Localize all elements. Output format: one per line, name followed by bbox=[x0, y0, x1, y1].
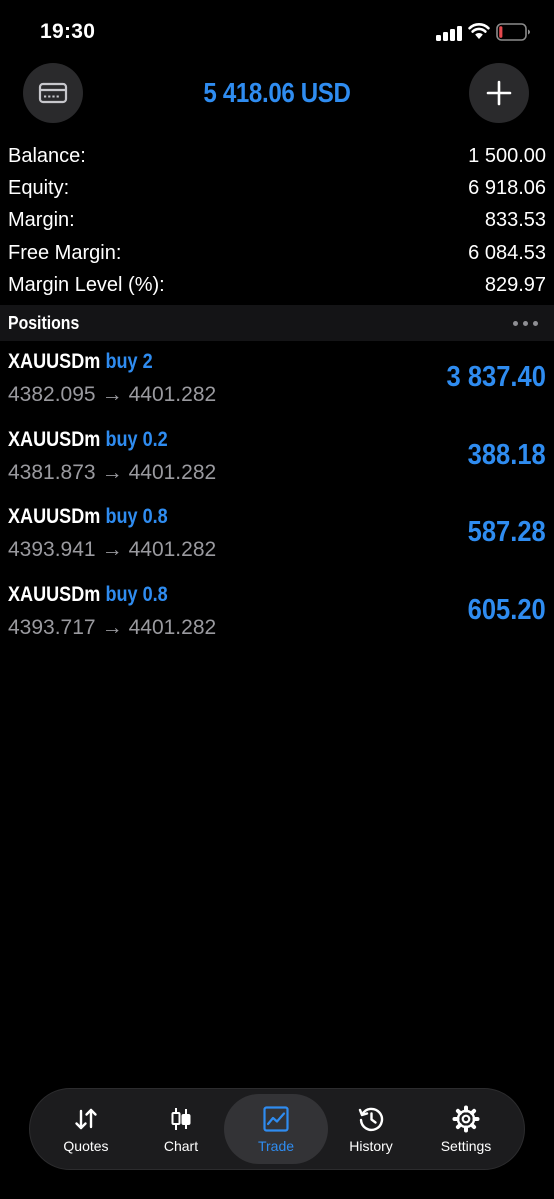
more-options-icon[interactable] bbox=[513, 321, 538, 326]
tab-chart[interactable]: Chart bbox=[129, 1094, 233, 1164]
account-summary: Balance: 1 500.00 Equity: 6 918.06 Margi… bbox=[0, 141, 554, 302]
tab-quotes[interactable]: Quotes bbox=[34, 1094, 138, 1164]
tab-label: Trade bbox=[257, 1138, 295, 1154]
arrow-right-icon: → bbox=[101, 538, 123, 562]
summary-label: Balance: bbox=[8, 145, 86, 167]
tab-label: Settings bbox=[440, 1138, 492, 1154]
position-profit: 3 837.40 bbox=[446, 361, 546, 393]
summary-row-equity: Equity: 6 918.06 bbox=[0, 173, 554, 205]
status-bar: 19:30 bbox=[0, 0, 554, 66]
position-open-price: 4393.941 bbox=[8, 538, 96, 562]
positions-title: Positions bbox=[8, 313, 80, 333]
summary-row-balance: Balance: 1 500.00 bbox=[0, 141, 554, 173]
summary-value: 829.97 bbox=[484, 273, 546, 296]
tab-label: History bbox=[349, 1138, 393, 1154]
position-symbol: XAUUSDm bbox=[8, 583, 101, 607]
tab-settings[interactable]: Settings bbox=[414, 1094, 518, 1164]
tab-label: Quotes bbox=[63, 1138, 109, 1154]
arrow-right-icon: → bbox=[101, 383, 123, 406]
arrow-right-icon: → bbox=[101, 460, 123, 484]
position-symbol: XAUUSDm bbox=[8, 505, 101, 529]
account-header: 5 418.06 USD bbox=[0, 63, 554, 125]
position-profit: 388.18 bbox=[467, 438, 546, 471]
position-current-price: 4401.282 bbox=[128, 616, 217, 640]
summary-value: 1 500.00 bbox=[468, 145, 546, 167]
settings-icon bbox=[452, 1105, 480, 1133]
summary-row-margin-level: Margin Level (%): 829.97 bbox=[0, 270, 554, 302]
positions-list: XAUUSDm buy 2 4382.095 → 4401.282 3 837.40 … bbox=[0, 341, 554, 652]
chart-icon bbox=[171, 1108, 191, 1130]
position-profit: 587.28 bbox=[467, 516, 546, 549]
position-open-price: 4393.717 bbox=[8, 616, 96, 640]
bottom-tab-bar: Quotes Chart Trade History Settings bbox=[29, 1088, 525, 1170]
summary-value: 6 084.53 bbox=[468, 241, 546, 264]
plus-icon bbox=[486, 80, 512, 106]
position-symbol: XAUUSDm bbox=[8, 350, 101, 373]
summary-label: Equity: bbox=[8, 177, 70, 200]
position-side-volume: buy 2 bbox=[105, 350, 153, 373]
summary-value: 6 918.06 bbox=[468, 177, 546, 200]
arrow-right-icon: → bbox=[101, 616, 123, 640]
status-time: 19:30 bbox=[40, 20, 96, 43]
position-symbol: XAUUSDm bbox=[8, 427, 101, 451]
summary-label: Margin Level (%): bbox=[8, 273, 165, 296]
position-side-volume: buy 0.8 bbox=[105, 505, 168, 529]
summary-label: Free Margin: bbox=[8, 241, 122, 264]
battery-icon bbox=[496, 23, 530, 41]
position-current-price: 4401.282 bbox=[128, 460, 217, 484]
summary-value: 833.53 bbox=[484, 209, 546, 232]
wifi-icon bbox=[468, 23, 490, 39]
position-row[interactable]: XAUUSDm buy 0.8 4393.717 → 4401.282 605.20 bbox=[0, 574, 554, 652]
position-current-price: 4401.282 bbox=[128, 383, 217, 406]
position-row[interactable]: XAUUSDm buy 0.2 4381.873 → 4401.282 388.18 bbox=[0, 419, 554, 497]
position-side-volume: buy 0.8 bbox=[105, 583, 168, 607]
position-open-price: 4381.873 bbox=[8, 460, 96, 484]
trade-icon bbox=[263, 1106, 289, 1132]
new-order-button[interactable] bbox=[469, 63, 529, 123]
position-side-volume: buy 0.2 bbox=[105, 427, 168, 451]
history-icon bbox=[358, 1107, 384, 1132]
tab-label: Chart bbox=[163, 1138, 199, 1154]
positions-section-header: Positions bbox=[0, 305, 554, 341]
position-open-price: 4382.095 bbox=[8, 383, 96, 406]
header-balance: 5 418.06 USD bbox=[203, 77, 351, 108]
summary-row-margin: Margin: 833.53 bbox=[0, 205, 554, 237]
position-current-price: 4401.282 bbox=[128, 538, 217, 562]
summary-row-free-margin: Free Margin: 6 084.53 bbox=[0, 238, 554, 270]
position-profit: 605.20 bbox=[467, 594, 546, 627]
position-row[interactable]: XAUUSDm buy 2 4382.095 → 4401.282 3 837.40 bbox=[0, 341, 554, 419]
summary-label: Margin: bbox=[8, 209, 75, 232]
tab-trade[interactable]: Trade bbox=[224, 1094, 328, 1164]
tab-history[interactable]: History bbox=[319, 1094, 423, 1164]
position-row[interactable]: XAUUSDm buy 0.8 4393.941 → 4401.282 587.28 bbox=[0, 496, 554, 574]
quotes-icon bbox=[75, 1108, 97, 1130]
cellular-signal-icon bbox=[436, 25, 462, 41]
